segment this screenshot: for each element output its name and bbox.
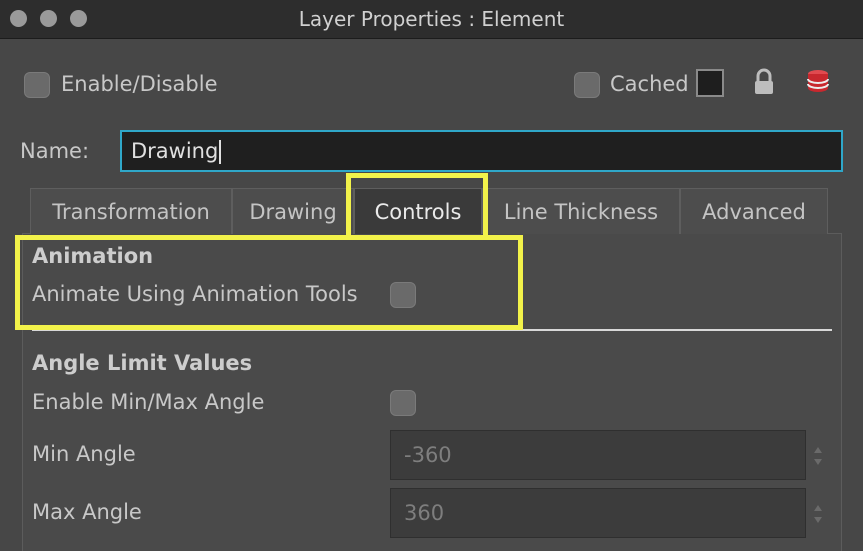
database-icon[interactable] xyxy=(806,68,830,96)
angle-limit-section-title: Angle Limit Values xyxy=(32,351,253,375)
animate-using-tools-checkbox[interactable] xyxy=(390,282,416,308)
min-angle-input[interactable]: -360 xyxy=(390,430,806,480)
name-label: Name: xyxy=(20,139,90,163)
enable-min-max-angle-checkbox[interactable] xyxy=(390,390,416,416)
layer-color-swatch[interactable] xyxy=(696,69,724,97)
title-bar: Layer Properties : Element xyxy=(0,0,863,39)
tab-line-thickness[interactable]: Line Thickness xyxy=(482,188,680,234)
enable-disable-checkbox[interactable] xyxy=(24,72,50,98)
layer-properties-window: Layer Properties : Element Enable/Disabl… xyxy=(0,0,863,551)
tab-controls[interactable]: Controls xyxy=(354,188,482,234)
cached-checkbox[interactable] xyxy=(574,72,600,98)
animate-using-tools-label: Animate Using Animation Tools xyxy=(32,282,358,306)
min-angle-spinner-arrows-icon[interactable] xyxy=(812,444,824,468)
tab-advanced[interactable]: Advanced xyxy=(680,188,828,234)
max-angle-label: Max Angle xyxy=(32,500,142,524)
tab-transformation[interactable]: Transformation xyxy=(30,188,232,234)
enable-min-max-angle-label: Enable Min/Max Angle xyxy=(32,390,265,414)
max-angle-spinner-arrows-icon[interactable] xyxy=(812,502,824,526)
window-title: Layer Properties : Element xyxy=(298,7,565,31)
text-cursor xyxy=(219,140,222,164)
name-input[interactable]: Drawing xyxy=(120,130,843,172)
name-input-value: Drawing xyxy=(131,139,219,163)
cached-label: Cached xyxy=(610,72,689,96)
lock-icon[interactable] xyxy=(753,68,775,96)
min-angle-label: Min Angle xyxy=(32,442,136,466)
tab-drawing[interactable]: Drawing xyxy=(232,188,354,234)
max-angle-input[interactable]: 360 xyxy=(390,488,806,538)
enable-disable-label: Enable/Disable xyxy=(61,72,218,96)
section-divider xyxy=(32,329,832,331)
animation-section-title: Animation xyxy=(32,244,154,268)
